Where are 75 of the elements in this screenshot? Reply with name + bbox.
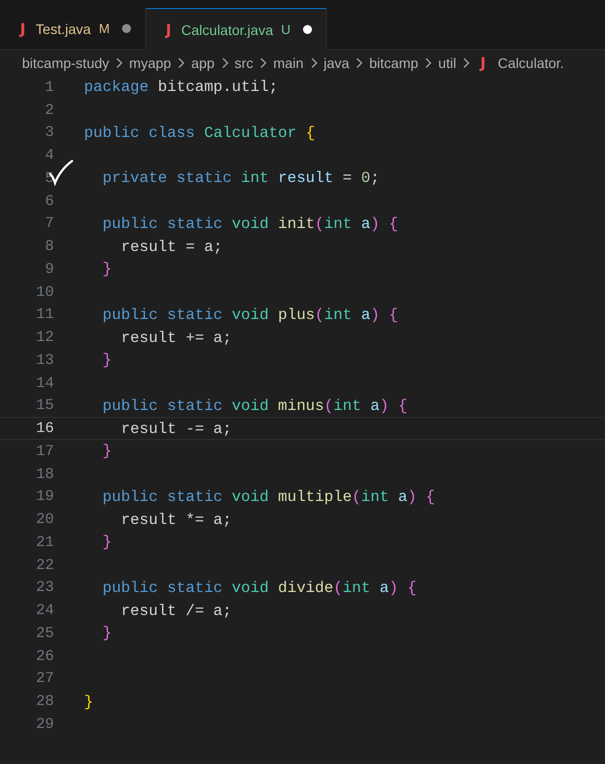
line-number: 11 bbox=[34, 306, 54, 324]
breadcrumb-item[interactable]: java bbox=[324, 55, 350, 71]
code-line: } bbox=[101, 533, 112, 552]
line-number: 25 bbox=[34, 624, 54, 642]
java-file-icon: J bbox=[480, 54, 486, 72]
code-line: public static void multiple(int a) { bbox=[101, 488, 436, 506]
code-line: public class Calculator { bbox=[84, 124, 315, 142]
line-number: 8 bbox=[44, 238, 54, 256]
chevron-right-icon bbox=[424, 57, 432, 69]
git-status: M bbox=[98, 21, 110, 36]
chevron-right-icon bbox=[259, 57, 268, 69]
breadcrumb-item[interactable]: bitcamp bbox=[369, 55, 418, 71]
breadcrumb-item[interactable]: Calculator. bbox=[498, 55, 564, 71]
line-number: 7 bbox=[44, 215, 54, 232]
line-number: 18 bbox=[34, 466, 54, 483]
unsaved-dot-icon[interactable] bbox=[302, 25, 312, 34]
line-number: 16 bbox=[34, 420, 54, 438]
line-number: 21 bbox=[34, 534, 54, 551]
tab-label: Test.java bbox=[36, 20, 91, 36]
line-number: 1 bbox=[44, 78, 54, 96]
line-number: 2 bbox=[44, 102, 54, 119]
code-line: private static int result = 0; bbox=[101, 169, 380, 188]
line-number: 10 bbox=[34, 284, 54, 301]
breadcrumb-item[interactable]: bitcamp-study bbox=[22, 55, 110, 71]
line-number: 29 bbox=[34, 716, 54, 733]
line-number: 28 bbox=[34, 693, 54, 710]
code-line: package bitcamp.util; bbox=[84, 78, 278, 96]
breadcrumb-item[interactable]: main bbox=[273, 55, 304, 71]
breadcrumb-item[interactable]: src bbox=[234, 55, 254, 71]
line-number: 4 bbox=[44, 147, 54, 164]
chevron-right-icon bbox=[310, 57, 318, 69]
line-number: 20 bbox=[34, 511, 54, 528]
code-line: result -= a; bbox=[120, 420, 232, 438]
java-file-icon: J bbox=[166, 20, 172, 38]
line-number: 15 bbox=[34, 397, 54, 414]
code-line: result /= a; bbox=[120, 602, 232, 620]
breadcrumb-item[interactable]: app bbox=[191, 55, 215, 71]
editor-tab[interactable]: J Calculator.java U bbox=[146, 8, 326, 50]
code-line: result += a; bbox=[120, 328, 232, 347]
chevron-right-icon bbox=[462, 57, 470, 69]
line-number: 23 bbox=[34, 579, 54, 596]
tab-label: Calculator.java bbox=[181, 22, 274, 38]
chevron-right-icon bbox=[177, 57, 186, 69]
checkmark-drawing bbox=[48, 160, 74, 186]
code-line: public static void init(int a) { bbox=[101, 214, 398, 233]
line-number: 22 bbox=[34, 556, 54, 574]
code-line: } bbox=[101, 260, 112, 278]
line-number: 12 bbox=[34, 329, 54, 346]
line-number: 19 bbox=[34, 488, 54, 506]
line-number: 24 bbox=[34, 602, 54, 620]
code-line: public static void divide(int a) { bbox=[101, 578, 417, 597]
breadcrumb-item[interactable]: myapp bbox=[129, 55, 172, 71]
line-number: 6 bbox=[44, 192, 54, 210]
code-line: } bbox=[101, 442, 112, 460]
breadcrumb-item[interactable]: util bbox=[438, 55, 456, 71]
chevron-right-icon bbox=[220, 57, 229, 69]
line-number: 27 bbox=[34, 670, 54, 688]
line-number: 3 bbox=[44, 124, 54, 142]
code-line: } bbox=[84, 692, 94, 711]
line-number: 14 bbox=[34, 374, 54, 392]
code-line: result = a; bbox=[120, 238, 223, 256]
code-line: public static void minus(int a) { bbox=[101, 396, 408, 415]
code-line: } bbox=[101, 351, 112, 370]
code-line: result *= a; bbox=[120, 510, 232, 529]
code-line: } bbox=[101, 624, 112, 642]
code-line: public static void plus(int a) { bbox=[101, 306, 398, 324]
line-number: 26 bbox=[34, 648, 54, 665]
chevron-right-icon bbox=[355, 57, 364, 69]
line-number: 13 bbox=[34, 352, 54, 369]
line-number: 17 bbox=[34, 442, 54, 460]
git-status: U bbox=[281, 22, 290, 37]
unsaved-dot-icon[interactable] bbox=[122, 24, 131, 33]
java-file-icon: J bbox=[20, 20, 26, 38]
line-number: 9 bbox=[44, 260, 54, 278]
chevron-right-icon bbox=[115, 57, 124, 69]
